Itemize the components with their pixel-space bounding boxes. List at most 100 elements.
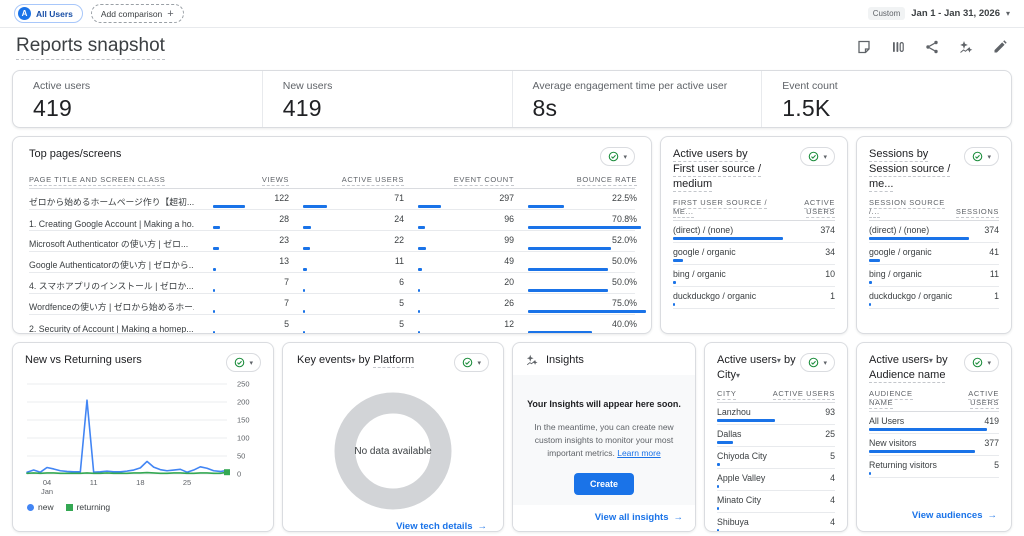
insights-icon[interactable] <box>958 39 974 55</box>
cities-card: Active users▾ by City▾ ▾ CITY ACTIVE USE… <box>704 342 848 532</box>
value-bar <box>213 205 245 208</box>
cell-value: 377 <box>984 438 999 448</box>
col-dimension[interactable]: AUDIENCE NAME <box>869 389 938 407</box>
value-bar <box>213 289 215 292</box>
value-bar <box>673 237 783 240</box>
cell-value: 4 <box>830 495 835 505</box>
value-bar <box>303 310 305 313</box>
cell-value: 20 <box>504 277 514 287</box>
dimension-label: google / organic <box>869 247 932 257</box>
col-value[interactable]: ACTIVE USERS <box>779 198 835 216</box>
cell-value: 5 <box>994 460 999 470</box>
table-header: AUDIENCE NAME ACTIVE USERS <box>869 389 999 412</box>
data-quality-button[interactable]: ▾ <box>800 147 835 166</box>
cell-value: 5 <box>830 451 835 461</box>
col-value[interactable]: SESSIONS <box>956 207 999 216</box>
data-quality-button[interactable]: ▾ <box>800 353 835 372</box>
card-title[interactable]: Sessions by Session source / me... <box>869 147 964 192</box>
col-dimension[interactable]: SESSION SOURCE /... <box>869 198 956 216</box>
city-row: Apple Valley4 <box>717 469 835 491</box>
card-title[interactable]: Active users▾ by Audience name <box>869 353 948 383</box>
views-cell: 13 <box>199 256 289 271</box>
chevron-down-icon: ▾ <box>929 356 933 365</box>
legend-item-returning: returning <box>66 502 111 512</box>
event-count-cell: 96 <box>404 214 514 229</box>
add-note-icon[interactable] <box>856 39 872 55</box>
table-header: PAGE TITLE AND SCREEN CLASS VIEWS ACTIVE… <box>29 175 635 189</box>
sessions-source-body: (direct) / (none)374google / organic41bi… <box>869 221 999 309</box>
table-row: Wordfenceの使い方 | ゼロから始めるホー...752675.0% <box>29 294 635 315</box>
plus-icon: + <box>167 8 173 20</box>
col-dimension[interactable]: CITY <box>717 389 736 398</box>
comparison-icon[interactable] <box>890 39 906 55</box>
view-tech-details-link[interactable]: View tech details→ <box>396 521 487 532</box>
col-page-title[interactable]: PAGE TITLE AND SCREEN CLASS <box>29 175 199 184</box>
table-row: 2. Security of Account | Making a homep.… <box>29 315 635 334</box>
view-audiences-link[interactable]: View audiences→ <box>912 510 997 521</box>
metric-label: Event count <box>782 80 1011 92</box>
value-bar <box>303 247 310 250</box>
chevron-down-icon: ▾ <box>777 356 781 365</box>
event-count-cell: 26 <box>404 298 514 313</box>
svg-text:18: 18 <box>136 478 144 487</box>
value-bar <box>869 259 880 262</box>
top-pages-card: Top pages/screens ▾ PAGE TITLE AND SCREE… <box>12 136 652 334</box>
dimension-label: All Users <box>869 416 904 426</box>
all-users-segment-chip[interactable]: A All Users <box>14 4 83 23</box>
cell-value: 96 <box>504 214 514 224</box>
learn-more-link[interactable]: Learn more <box>617 448 660 458</box>
dimension-label: New visitors <box>869 438 916 448</box>
col-bounce-rate[interactable]: BOUNCE RATE <box>514 175 637 184</box>
first-user-source-body: (direct) / (none)374google / organic34bi… <box>673 221 835 309</box>
legend-swatch <box>27 504 34 511</box>
value-bar <box>717 507 719 510</box>
data-quality-button[interactable]: ▾ <box>964 353 999 372</box>
data-quality-button[interactable]: ▾ <box>454 353 489 372</box>
session-row: google / organic41 <box>869 243 999 265</box>
col-views[interactable]: VIEWS <box>199 175 289 184</box>
col-event-count[interactable]: EVENT COUNT <box>404 175 514 184</box>
dimension-label: (direct) / (none) <box>869 225 929 235</box>
col-active-users[interactable]: ACTIVE USERS <box>289 175 404 184</box>
cell-value: 50.0% <box>612 277 637 287</box>
card-title[interactable]: Active users by First user source / medi… <box>673 147 800 192</box>
cell-value: 374 <box>984 225 999 235</box>
summary-metrics-card: Active users 419 New users 419 Average e… <box>12 70 1012 128</box>
card-title[interactable]: Key events▾ by Platform <box>297 353 414 368</box>
source-row: bing / organic10 <box>673 265 835 287</box>
svg-text:150: 150 <box>237 416 250 425</box>
chevron-down-icon: ▾ <box>249 359 253 367</box>
col-value[interactable]: ACTIVE USERS <box>938 389 999 407</box>
dimension-label: Dallas <box>717 429 741 439</box>
table-row: 1. Creating Google Account | Making a ho… <box>29 210 635 231</box>
all-users-chip-label: All Users <box>36 9 73 19</box>
cell-value: 1 <box>830 291 835 301</box>
dimension-label: bing / organic <box>673 269 726 279</box>
chevron-down-icon: ▾ <box>823 153 827 161</box>
edit-pencil-icon[interactable] <box>992 39 1008 55</box>
value-bar <box>418 289 420 292</box>
session-row: duckduckgo / organic1 <box>869 287 999 309</box>
value-bar <box>528 205 564 208</box>
data-quality-button[interactable]: ▾ <box>600 147 635 166</box>
cell-value: 24 <box>394 214 404 224</box>
col-dimension[interactable]: FIRST USER SOURCE / ME... <box>673 198 779 216</box>
first-user-source-card: Active users by First user source / medi… <box>660 136 848 334</box>
check-circle-icon <box>972 357 983 368</box>
metric-active-users: Active users 419 <box>13 71 262 127</box>
create-insight-button[interactable]: Create <box>574 473 634 495</box>
card-title[interactable]: Active users▾ by City▾ <box>717 353 800 383</box>
table-row: Microsoft Authenticator の使い方 | ゼロ...2322… <box>29 231 635 252</box>
share-icon[interactable] <box>924 39 940 55</box>
cell-value: 22.5% <box>612 193 637 203</box>
page-title-cell: ゼロから始めるホームページ作り【超初... <box>29 195 194 208</box>
active-users-cell: 6 <box>289 277 404 292</box>
view-all-insights-link[interactable]: View all insights→ <box>595 512 683 523</box>
data-quality-button[interactable]: ▾ <box>964 147 999 166</box>
data-quality-button[interactable]: ▾ <box>226 353 261 372</box>
dimension-label: Returning visitors <box>869 460 937 470</box>
col-value[interactable]: ACTIVE USERS <box>773 389 835 398</box>
date-range-picker[interactable]: Custom Jan 1 - Jan 31, 2026 ▾ <box>868 7 1010 20</box>
cell-value: 25 <box>825 429 835 439</box>
add-comparison-chip[interactable]: Add comparison + <box>91 4 184 23</box>
